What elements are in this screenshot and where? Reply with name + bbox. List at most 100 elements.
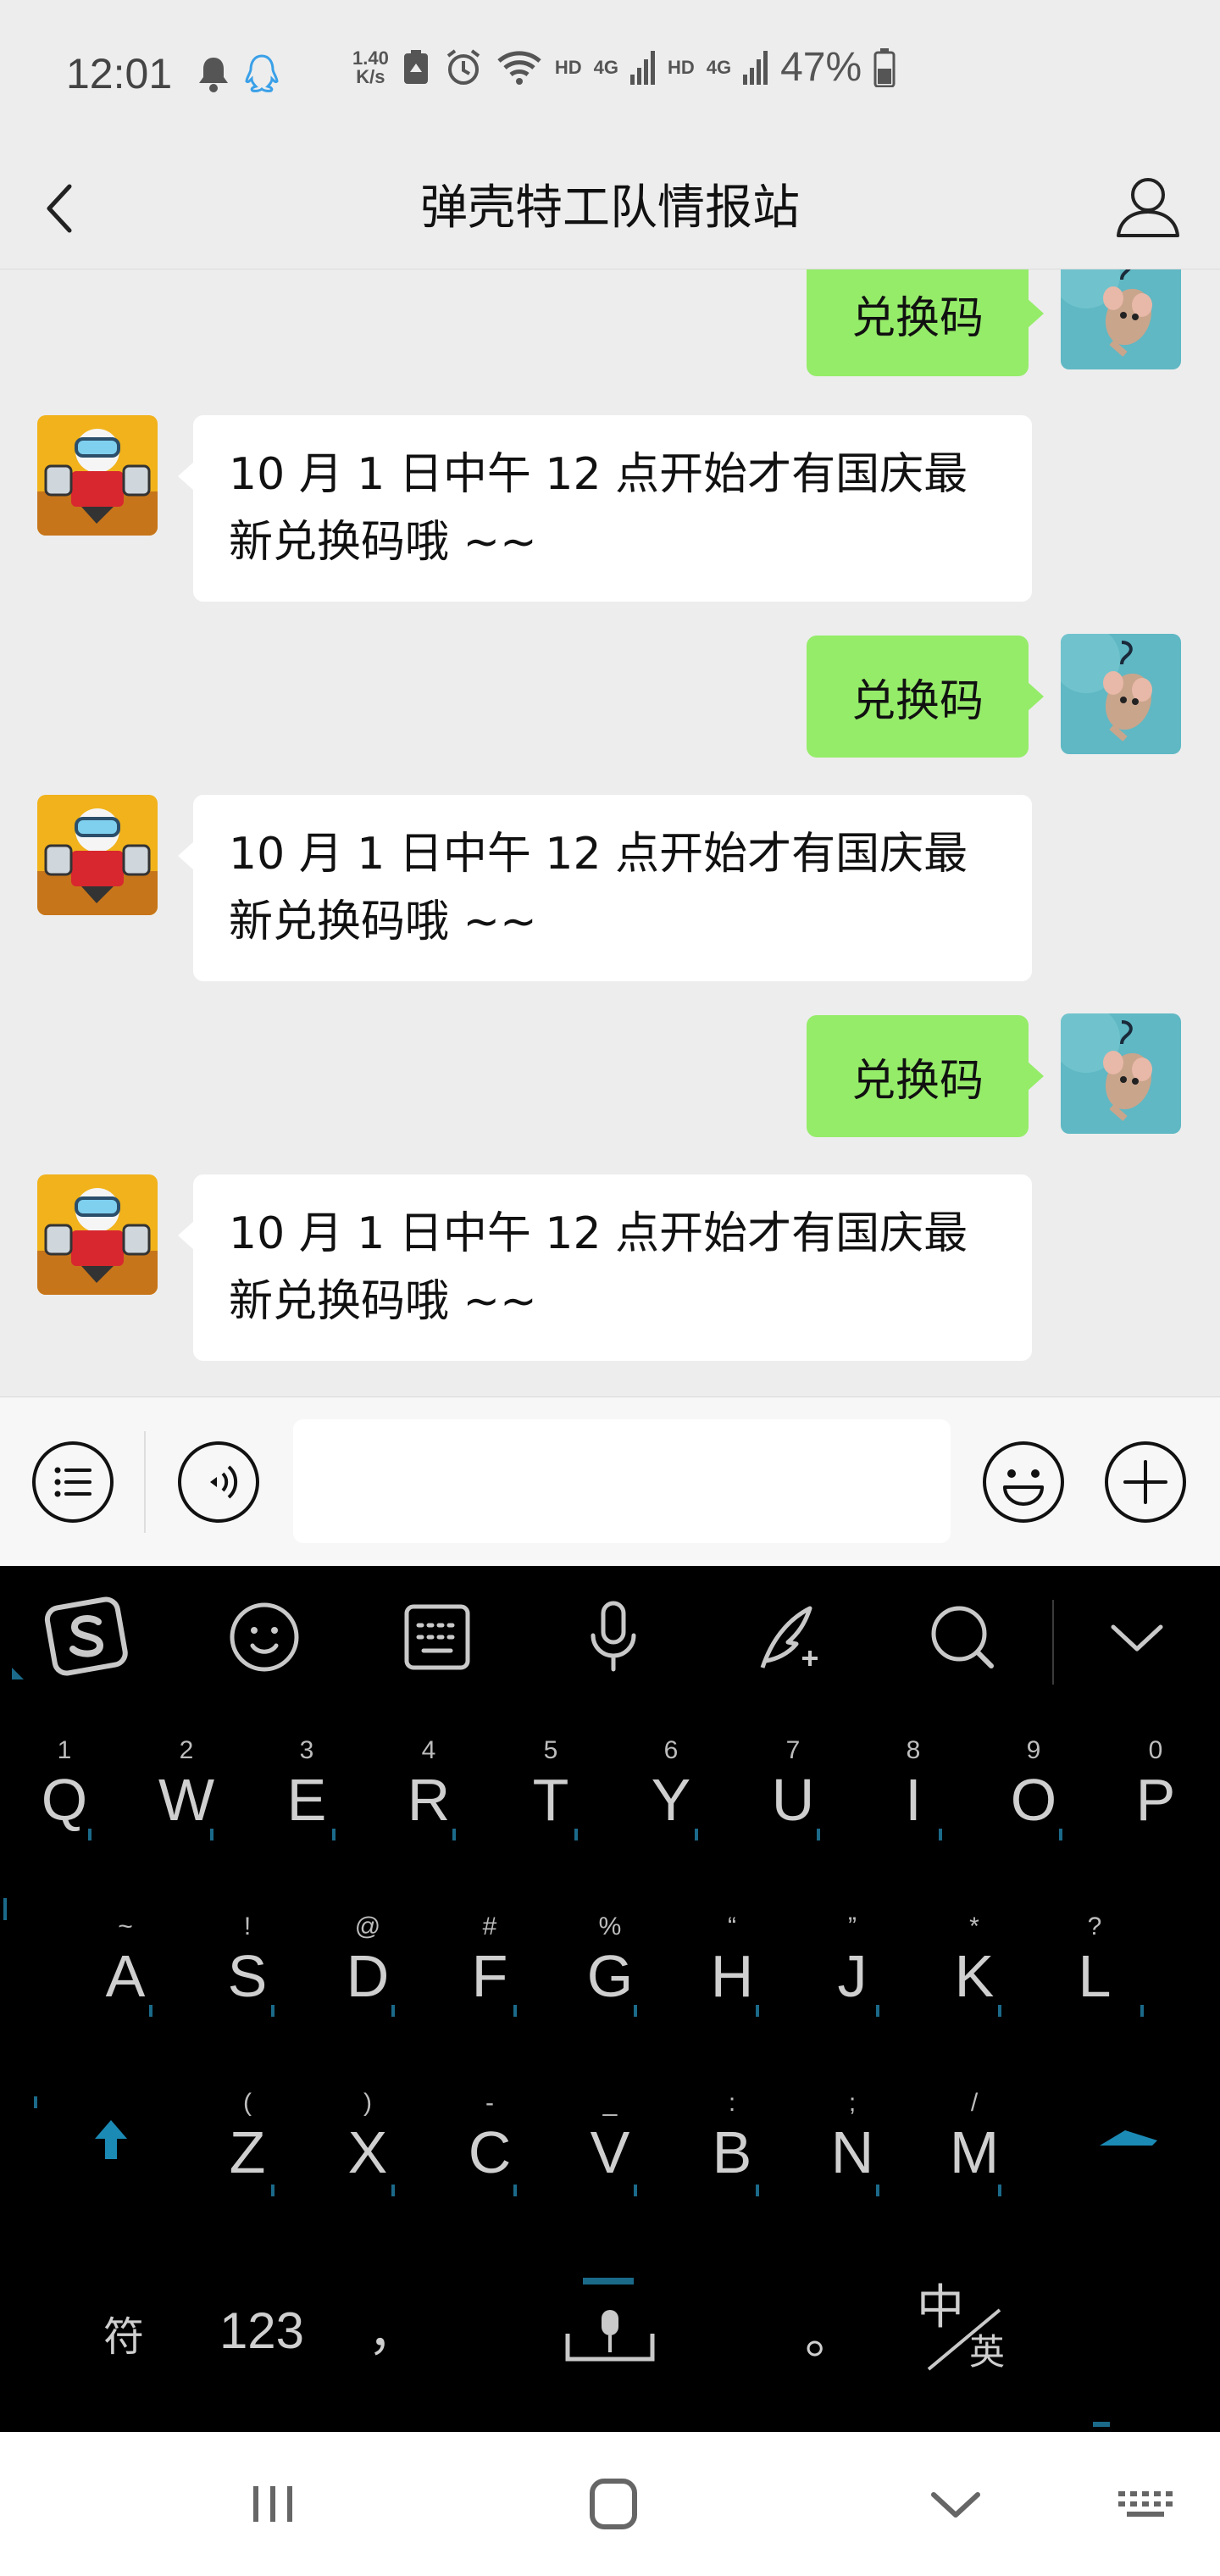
collapse-keyboard-button[interactable]	[1095, 1595, 1179, 1679]
handwriting-button[interactable]	[746, 1595, 830, 1679]
key-n[interactable]: ; N	[818, 2088, 886, 2186]
avatar-self[interactable]	[1061, 269, 1181, 369]
menu-button[interactable]	[30, 1440, 115, 1524]
avatar-contact[interactable]	[37, 795, 158, 915]
key-i[interactable]: 8I	[879, 1735, 947, 1834]
key-b[interactable]: :B	[698, 2088, 766, 2186]
smiley-icon	[230, 1602, 299, 1672]
voice-button[interactable]	[176, 1440, 261, 1524]
network-speed-unit: K/s	[356, 65, 385, 87]
message-input[interactable]	[293, 1419, 951, 1543]
key-accent	[513, 2005, 517, 2017]
key-v[interactable]: _ V	[576, 2088, 644, 2186]
period-key[interactable]: 。	[805, 2295, 856, 2368]
keyboard-icon	[1118, 2491, 1173, 2517]
slash-divider-icon	[927, 2308, 1001, 2371]
key-q[interactable]: 1Q	[30, 1735, 98, 1834]
key-f[interactable]: # F	[456, 1912, 524, 2010]
numbers-key[interactable]: 123	[207, 2301, 317, 2360]
key-d[interactable]: @ D	[334, 1912, 402, 2010]
message-bubble-sent[interactable]: 兑换码	[807, 636, 1044, 758]
divider	[144, 1431, 146, 1533]
comma-key[interactable]: ，	[368, 2291, 419, 2365]
key-c[interactable]: -C	[456, 2088, 524, 2186]
emoji-button[interactable]	[981, 1440, 1066, 1524]
mouse-avatar-icon	[1061, 1013, 1181, 1134]
game-character-avatar-icon	[37, 795, 158, 915]
recycle-icon	[403, 49, 428, 84]
smiley-icon	[983, 1441, 1064, 1523]
message-bubble-sent[interactable]: 兑换码	[807, 1015, 1044, 1137]
key-accent	[149, 2005, 152, 2017]
avatar-contact[interactable]	[37, 415, 158, 536]
key-accent	[756, 2185, 759, 2196]
key-accent	[210, 1829, 214, 1840]
key-accent	[1093, 2422, 1110, 2427]
key-x[interactable]: ) X	[334, 2088, 402, 2186]
backspace-key[interactable]	[1074, 2125, 1167, 2163]
key-w[interactable]: 2W	[152, 1735, 220, 1834]
shift-key[interactable]	[73, 2117, 149, 2172]
recents-button[interactable]	[230, 2466, 315, 2542]
chevron-down-icon	[1111, 1624, 1163, 1652]
game-character-avatar-icon	[37, 1174, 158, 1295]
message-text-line-2: 新兑换码哦 ~~	[229, 517, 537, 568]
message-bubble-received[interactable]: 10 月 1 日中午 12 点开始才有国庆最 新兑换码哦 ~~	[178, 795, 1032, 981]
key-accent	[391, 2005, 395, 2017]
language-switch-key[interactable]: 中 英	[907, 2269, 1025, 2372]
search-button[interactable]	[920, 1595, 1005, 1679]
key-accent	[34, 2096, 37, 2108]
key-z[interactable]: (Z	[214, 2088, 281, 2186]
keyboard-switch-button[interactable]	[1106, 2466, 1191, 2542]
message-text-line-1: 10 月 1 日中午 12 点开始才有国庆最	[229, 1208, 968, 1259]
key-r[interactable]: 4R	[395, 1735, 463, 1834]
key-h[interactable]: “H	[698, 1912, 766, 2010]
key-t[interactable]: 5T	[517, 1735, 585, 1834]
battery-icon	[873, 47, 896, 87]
backspace-icon	[1100, 2130, 1157, 2146]
voice-input-button[interactable]	[571, 1595, 656, 1679]
plus-icon	[1105, 1441, 1186, 1523]
key-l[interactable]: ? L	[1061, 1912, 1128, 2010]
message-text-line-2: 新兑换码哦 ~~	[229, 897, 537, 947]
key-u[interactable]: 7U	[759, 1735, 827, 1834]
keyboard-layout-button[interactable]	[395, 1595, 480, 1679]
bell-icon	[199, 58, 228, 92]
key-g[interactable]: % G	[576, 1912, 644, 2010]
key-m[interactable]: / M	[940, 2088, 1008, 2186]
key-y[interactable]: 6Y	[637, 1735, 705, 1834]
network-type-2: 4G	[706, 56, 732, 78]
network-speed-value: 1.40	[352, 47, 389, 69]
back-nav-button[interactable]	[913, 2466, 998, 2542]
sogou-logo-button[interactable]	[44, 1595, 129, 1679]
more-button[interactable]	[1103, 1440, 1188, 1524]
avatar-self[interactable]	[1061, 634, 1181, 754]
key-j[interactable]: ” J	[818, 1912, 886, 2010]
signal-icon-1	[629, 50, 655, 85]
home-button[interactable]	[571, 2466, 656, 2542]
avatar-contact[interactable]	[37, 1174, 158, 1295]
message-bubble-sent[interactable]: 兑换码	[807, 269, 1044, 376]
emoji-keyboard-button[interactable]	[222, 1595, 307, 1679]
key-k[interactable]: * K	[940, 1912, 1008, 2010]
space-key[interactable]	[542, 2278, 678, 2388]
key-a[interactable]: ~ A	[92, 1912, 159, 2010]
status-bar: 12:01 1.40 K/s HD 4G HD 4G 47%	[0, 0, 1220, 144]
symbols-key[interactable]: 符	[90, 2303, 158, 2362]
key-s[interactable]: ! S	[214, 1912, 281, 2010]
key-e[interactable]: 3E	[273, 1735, 341, 1834]
key-accent	[271, 2005, 274, 2017]
avatar-self[interactable]	[1061, 1013, 1181, 1134]
key-accent	[876, 2185, 879, 2196]
key-p[interactable]: 0P	[1122, 1735, 1190, 1834]
chat-info-button[interactable]	[1110, 168, 1186, 244]
key-o[interactable]: 9O	[1000, 1735, 1068, 1834]
chat-message-list[interactable]: 兑换码 10 月 1 日中午 12 点开始才有国庆最 新兑换码哦 ~~ 兑换码 …	[0, 269, 1220, 1396]
system-nav-bar	[0, 2432, 1220, 2576]
message-bubble-received[interactable]: 10 月 1 日中午 12 点开始才有国庆最 新兑换码哦 ~~	[178, 1174, 1032, 1361]
key-accent	[998, 2005, 1001, 2017]
key-accent	[756, 2005, 759, 2017]
user-icon	[1117, 178, 1179, 237]
message-bubble-received[interactable]: 10 月 1 日中午 12 点开始才有国庆最 新兑换码哦 ~~	[178, 415, 1032, 602]
keyboard-icon	[404, 1604, 470, 1670]
